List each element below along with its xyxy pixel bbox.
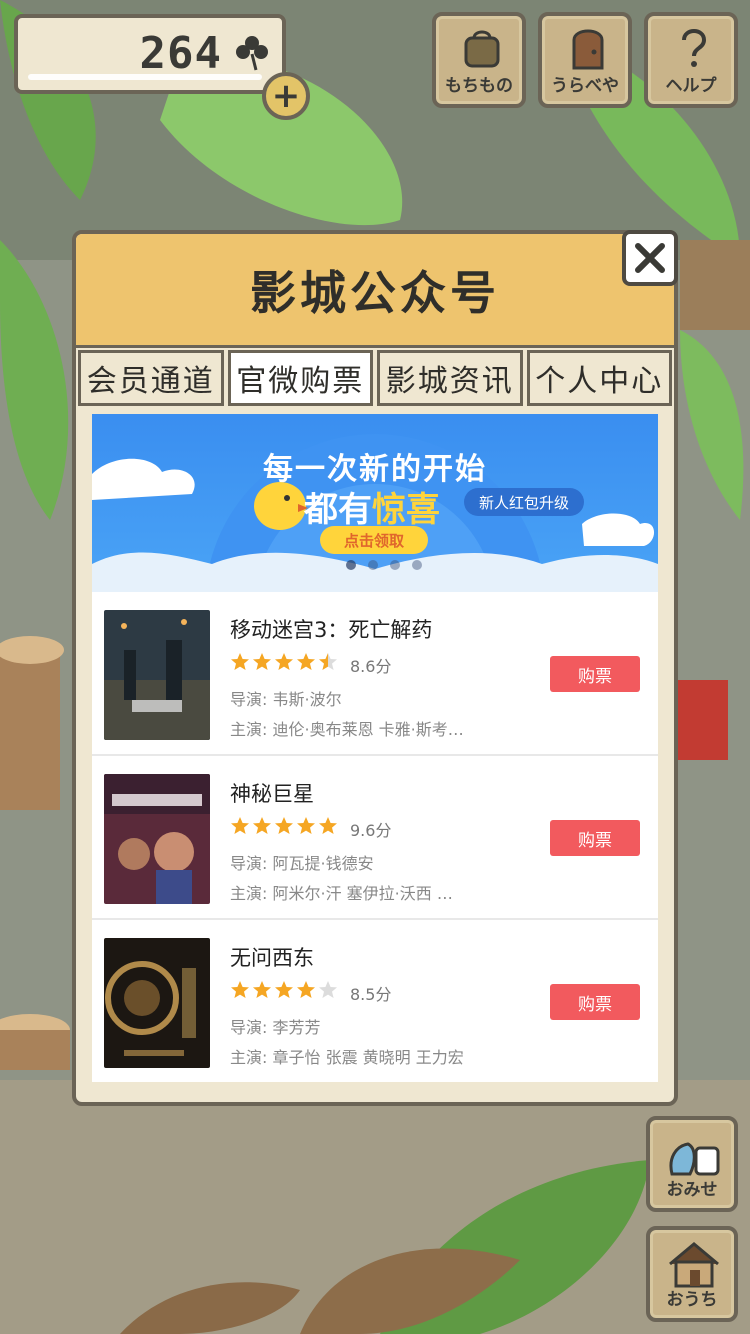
clover-underline	[28, 74, 262, 80]
movie-cast: 主演: 章子怡 张震 黄晓明 王力宏	[230, 1048, 464, 1067]
star-icon	[231, 653, 249, 670]
movie-poster	[104, 938, 210, 1068]
star-icon	[297, 981, 315, 998]
star-icon	[297, 817, 315, 834]
backroom-label: うらべや	[551, 76, 619, 96]
movie-director: 导演: 李芳芳	[230, 1018, 321, 1037]
door-icon	[572, 29, 604, 70]
star-icon	[319, 981, 337, 998]
tab-buy-tickets[interactable]: 官微购票	[227, 350, 373, 406]
house-icon	[669, 1242, 719, 1288]
movie-title: 神秘巨星	[230, 782, 314, 806]
movie-item[interactable]: 神秘巨星 9.6分 导演: 阿瓦提·钱德安 主演: 阿米尔·汗 塞伊拉·沃西 ……	[92, 756, 658, 920]
tab-profile[interactable]: 个人中心	[526, 350, 672, 406]
movie-score: 9.6分	[350, 821, 392, 840]
carousel-dot[interactable]	[390, 560, 400, 570]
movie-poster	[104, 610, 210, 740]
banner-subheadline: 都有惊喜	[304, 482, 440, 531]
star-icon	[231, 981, 249, 998]
dialog-title: 影城公众号	[250, 265, 500, 320]
buy-ticket-button[interactable]: 购票	[550, 820, 640, 856]
star-icon	[275, 653, 293, 670]
star-icon	[319, 817, 337, 834]
help-label: ヘルプ	[665, 76, 717, 96]
cinema-dialog: 影城公众号 会员通道 官微购票 影城资讯 个人中心 每一次新的开始 都有惊喜 新…	[72, 230, 678, 1106]
add-clover-button[interactable]: +	[262, 72, 310, 120]
buy-ticket-button[interactable]: 购票	[550, 984, 640, 1020]
movie-director: 导演: 阿瓦提·钱德安	[230, 854, 374, 873]
clover-counter: 264	[14, 14, 286, 94]
star-icon	[275, 981, 293, 998]
star-rating	[230, 652, 338, 672]
dialog-header: 影城公众号	[76, 234, 674, 348]
backroom-button[interactable]: うらべや	[538, 12, 632, 108]
movie-title: 无问西东	[230, 946, 314, 970]
movie-poster	[104, 774, 210, 904]
movie-cast: 主演: 迪伦·奥布莱恩 卡雅·斯考…	[230, 720, 464, 739]
buy-ticket-button[interactable]: 购票	[550, 656, 640, 692]
plus-icon: +	[271, 76, 301, 116]
star-icon	[253, 817, 271, 834]
star-rating	[230, 816, 338, 836]
movie-score: 8.6分	[350, 657, 392, 676]
banner-sub-prefix: 都有	[304, 490, 372, 530]
carousel-dot[interactable]	[368, 560, 378, 570]
clover-count: 264	[139, 28, 222, 79]
close-icon	[635, 243, 665, 273]
banner-claim-button[interactable]: 点击领取	[320, 526, 428, 554]
home-button[interactable]: おうち	[646, 1226, 738, 1322]
star-icon	[275, 817, 293, 834]
close-button[interactable]	[622, 230, 678, 286]
movie-item[interactable]: 无问西东 8.5分 导演: 李芳芳 主演: 章子怡 张震 黄晓明 王力宏 购票	[92, 920, 658, 1082]
help-icon	[682, 29, 707, 67]
movie-cast: 主演: 阿米尔·汗 塞伊拉·沃西 …	[230, 884, 453, 903]
ticket-content: 每一次新的开始 都有惊喜 新人红包升级 点击领取 移动迷宫3：死亡解药 8.6分…	[92, 414, 658, 1082]
tab-bar: 会员通道 官微购票 影城资讯 个人中心	[76, 350, 674, 406]
shop-button[interactable]: おみせ	[646, 1116, 738, 1212]
carousel-dot[interactable]	[412, 560, 422, 570]
movie-title: 移动迷宫3：死亡解药	[230, 618, 433, 642]
tab-membership[interactable]: 会员通道	[78, 350, 224, 406]
movie-score: 8.5分	[350, 985, 392, 1004]
inventory-button[interactable]: もちもの	[432, 12, 526, 108]
promo-banner[interactable]: 每一次新的开始 都有惊喜 新人红包升级 点击领取	[92, 414, 658, 592]
shop-label: おみせ	[666, 1180, 718, 1200]
help-button[interactable]: ヘルプ	[644, 12, 738, 108]
carousel-dots	[346, 560, 422, 570]
inventory-label: もちもの	[445, 76, 513, 96]
bag-icon	[464, 30, 500, 68]
star-icon	[253, 981, 271, 998]
banner-sub-highlight: 惊喜	[372, 490, 440, 530]
star-icon	[253, 653, 271, 670]
shop-bags-icon	[669, 1142, 720, 1176]
movie-item[interactable]: 移动迷宫3：死亡解药 8.6分 导演: 韦斯·波尔 主演: 迪伦·奥布莱恩 卡雅…	[92, 592, 658, 756]
carousel-dot[interactable]	[346, 560, 356, 570]
movie-director: 导演: 韦斯·波尔	[230, 690, 342, 709]
star-icon	[231, 817, 249, 834]
star-rating	[230, 980, 338, 1000]
banner-pill: 新人红包升级	[464, 488, 584, 516]
home-label: おうち	[666, 1290, 718, 1310]
clover-icon	[236, 36, 268, 71]
tab-news[interactable]: 影城资讯	[377, 350, 523, 406]
star-icon	[319, 653, 337, 670]
star-icon	[297, 653, 315, 670]
